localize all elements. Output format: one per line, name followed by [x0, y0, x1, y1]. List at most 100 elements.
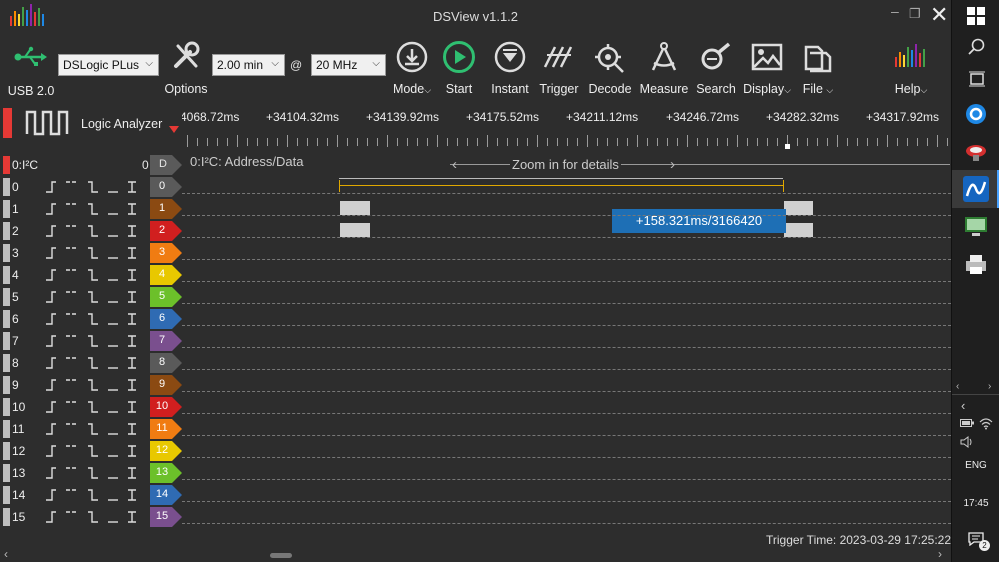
- channel-waveform[interactable]: [182, 175, 951, 197]
- channel-row[interactable]: 44: [0, 264, 182, 286]
- channel-list: 0:I²C 0 D 0 0 1 1 2 2 3 3 4 4 5 5 6 6 7 7 8 8 9 9 10 10 11 11 12…: [0, 100, 182, 530]
- channel-waveform[interactable]: [182, 483, 951, 505]
- trigger-selector[interactable]: [44, 312, 148, 326]
- scroll-left-arrow[interactable]: ‹: [4, 547, 8, 561]
- trigger-selector[interactable]: [44, 422, 148, 436]
- channel-waveform[interactable]: [182, 263, 951, 285]
- channel-color-bar: [3, 332, 10, 350]
- trigger-selector[interactable]: [44, 378, 148, 392]
- trigger-selector[interactable]: [44, 334, 148, 348]
- ruler-tick: [207, 138, 208, 146]
- language-indicator[interactable]: ENG: [952, 460, 999, 471]
- time-ruler[interactable]: 4068.72ms +34104.32ms +34139.92ms +34175.52…: [182, 100, 951, 156]
- channel-waveform[interactable]: [182, 395, 951, 417]
- help-button[interactable]: Help⌵: [886, 41, 936, 96]
- ruler-tick: [467, 138, 468, 146]
- channel-baseline: [182, 435, 951, 436]
- scroll-right-arrow[interactable]: ›: [938, 547, 942, 561]
- channel-row[interactable]: 33: [0, 242, 182, 264]
- trigger-selector[interactable]: [44, 444, 148, 458]
- clock[interactable]: 17:45: [952, 498, 999, 509]
- search-icon[interactable]: [968, 38, 986, 56]
- trigger-selector[interactable]: [44, 488, 148, 502]
- speaker-icon[interactable]: [960, 436, 974, 448]
- search-button[interactable]: Search: [694, 41, 738, 96]
- channel-row[interactable]: 99: [0, 374, 182, 396]
- trigger-selector[interactable]: [44, 246, 148, 260]
- waveform-view[interactable]: 0:I²C: Address/Data ‹ Zoom in for detail…: [182, 153, 951, 528]
- samplerate-select[interactable]: 20 MHz ⌵: [311, 54, 386, 76]
- display-button[interactable]: Display⌵: [742, 41, 792, 96]
- instant-label: Instant: [491, 82, 529, 96]
- trigger-selector[interactable]: [44, 268, 148, 282]
- channel-row[interactable]: 15 15: [0, 506, 182, 528]
- trigger-selector[interactable]: [44, 510, 148, 524]
- app-red-icon[interactable]: [964, 140, 988, 164]
- app-printer-icon[interactable]: [964, 253, 988, 275]
- close-button[interactable]: ✕: [930, 2, 948, 28]
- measure-button[interactable]: Measure: [638, 41, 690, 96]
- channel-waveform[interactable]: [182, 219, 951, 241]
- channel-waveform[interactable]: [182, 373, 951, 395]
- channel-waveform[interactable]: [182, 439, 951, 461]
- trigger-selector[interactable]: [44, 290, 148, 304]
- channel-waveform[interactable]: [182, 351, 951, 373]
- trigger-selector[interactable]: [44, 356, 148, 370]
- channel-row[interactable]: 14 14: [0, 484, 182, 506]
- restore-button[interactable]: ❐: [909, 6, 921, 22]
- ruler-tick: [237, 135, 238, 147]
- channel-waveform[interactable]: [182, 329, 951, 351]
- trigger-selector[interactable]: [44, 466, 148, 480]
- trigger-selector[interactable]: [44, 180, 148, 194]
- channel-waveform[interactable]: [182, 505, 951, 527]
- channel-waveform[interactable]: [182, 285, 951, 307]
- trigger-selector[interactable]: [44, 400, 148, 414]
- trigger-button[interactable]: Trigger: [536, 41, 582, 96]
- trigger-selector[interactable]: [44, 202, 148, 216]
- file-button[interactable]: File ⌵: [796, 41, 840, 96]
- options-button[interactable]: Options: [162, 40, 210, 96]
- channel-row[interactable]: 12 12: [0, 440, 182, 462]
- trigger-selector[interactable]: [44, 224, 148, 238]
- start-button[interactable]: Start: [436, 41, 482, 96]
- channel-row[interactable]: 88: [0, 352, 182, 374]
- channel-row[interactable]: 00: [0, 176, 182, 198]
- channel-row[interactable]: 66: [0, 308, 182, 330]
- battery-icon[interactable]: [960, 418, 974, 428]
- channel-waveform[interactable]: [182, 461, 951, 483]
- app-monitor-icon[interactable]: [964, 215, 988, 237]
- mode-button[interactable]: Mode⌵: [390, 41, 434, 96]
- ruler-tick: [517, 138, 518, 146]
- minimize-button[interactable]: ‒: [891, 3, 899, 19]
- device-select[interactable]: DSLogic PLus ⌵: [58, 54, 159, 76]
- task-view-icon[interactable]: [968, 70, 986, 88]
- channel-row[interactable]: 55: [0, 286, 182, 308]
- channel-row[interactable]: 77: [0, 330, 182, 352]
- app-dsview-icon[interactable]: [963, 176, 989, 202]
- ruler-tick: [637, 135, 638, 147]
- horizontal-scrollbar-thumb[interactable]: [270, 553, 292, 558]
- channel-waveform[interactable]: [182, 417, 951, 439]
- decode-button[interactable]: Decode: [586, 41, 634, 96]
- show-hidden-icons-chevron-icon[interactable]: ‹: [961, 398, 965, 413]
- instant-button[interactable]: Instant: [486, 41, 534, 96]
- channel-waveform[interactable]: [182, 197, 951, 219]
- wifi-icon[interactable]: [979, 416, 993, 430]
- compass-icon: [651, 42, 677, 71]
- ruler-tick: [537, 135, 538, 147]
- tray-scroll-left[interactable]: ‹: [956, 381, 959, 392]
- tray-scroll-right[interactable]: ›: [988, 381, 991, 392]
- channel-row[interactable]: 11: [0, 198, 182, 220]
- channel-baseline: [182, 457, 951, 458]
- app-cortana-icon[interactable]: [964, 102, 988, 126]
- channel-row[interactable]: 13 13: [0, 462, 182, 484]
- channel-row[interactable]: 10 10: [0, 396, 182, 418]
- channel-waveform[interactable]: [182, 241, 951, 263]
- channel-row[interactable]: 22: [0, 220, 182, 242]
- decoder-row[interactable]: 0:I²C 0 D: [0, 154, 182, 176]
- taskbar: ‹ › ‹ ENG 17:45 2: [951, 0, 999, 562]
- duration-select[interactable]: 2.00 min ⌵: [212, 54, 285, 76]
- channel-row[interactable]: 11 11: [0, 418, 182, 440]
- windows-start-icon[interactable]: [967, 7, 985, 25]
- channel-waveform[interactable]: [182, 307, 951, 329]
